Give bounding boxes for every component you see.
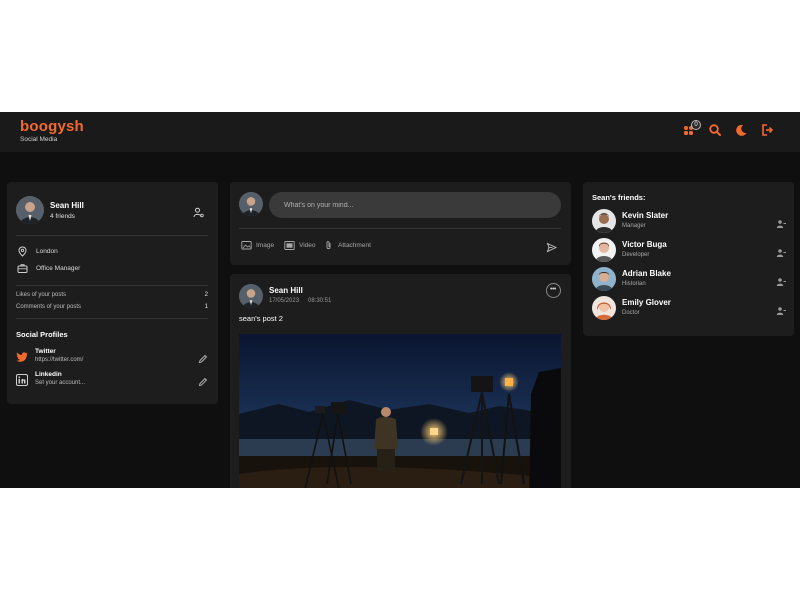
video-button[interactable]: Video — [284, 240, 316, 251]
notification-badge: 0 — [691, 120, 701, 130]
logo[interactable]: boogysh — [20, 118, 84, 135]
friend-name[interactable]: Kevin Slater — [622, 211, 668, 220]
avatar[interactable] — [239, 284, 263, 308]
likes-label: Likes of your posts — [16, 292, 67, 298]
search-icon[interactable] — [708, 123, 722, 137]
post-input[interactable] — [269, 192, 561, 218]
briefcase-icon — [17, 264, 28, 273]
pencil-icon[interactable] — [198, 374, 208, 387]
friend-name[interactable]: Emily Glover — [622, 298, 671, 307]
image-button[interactable]: Image — [241, 240, 274, 251]
logout-icon[interactable] — [760, 123, 774, 137]
location-row: London — [17, 246, 58, 257]
social-value[interactable]: Set your account... — [35, 380, 85, 386]
friend-item[interactable]: Adrian Blake Historian — [592, 266, 786, 292]
twitter-icon — [16, 350, 28, 362]
comments-value: 1 — [204, 304, 208, 310]
avatar[interactable] — [592, 296, 616, 320]
friends-panel-title: Sean's friends: — [592, 193, 646, 202]
more-icon: ••• — [550, 286, 556, 293]
occupation-text: Office Manager — [36, 265, 81, 272]
attachment-button[interactable]: Attachment — [323, 240, 371, 251]
image-label: Image — [256, 242, 275, 249]
remove-friend-icon[interactable] — [776, 274, 786, 286]
post-image[interactable] — [239, 334, 561, 488]
post-date: 17/05/2023 — [269, 298, 300, 304]
video-icon — [284, 241, 295, 250]
post-time: 08:30:51 — [308, 298, 332, 304]
friend-role: Developer — [622, 252, 650, 258]
post-author[interactable]: Sean Hill — [269, 286, 303, 295]
location-pin-icon — [18, 246, 27, 257]
social-value[interactable]: https://twitter.com/ — [35, 357, 83, 363]
paperclip-icon — [326, 241, 331, 250]
friend-item[interactable]: Kevin Slater Manager — [592, 208, 786, 234]
send-icon[interactable] — [546, 240, 558, 253]
post-text: sean's post 2 — [239, 314, 283, 323]
divider — [16, 318, 208, 319]
location-text: London — [36, 248, 58, 255]
friend-name[interactable]: Adrian Blake — [622, 269, 671, 278]
remove-friend-icon[interactable] — [776, 245, 786, 257]
occupation-row: Office Manager — [17, 263, 80, 274]
friend-name[interactable]: Victor Buga — [622, 240, 667, 249]
social-linkedin: Linkedin Set your account... — [16, 371, 208, 389]
friend-requests-icon[interactable]: 0 — [682, 120, 701, 137]
comments-label: Comments of your posts — [16, 304, 82, 310]
friends-panel: Sean's friends: Kevin Slater Manager Vic… — [583, 182, 794, 336]
moon-icon[interactable] — [734, 123, 748, 137]
remove-friend-icon[interactable] — [776, 303, 786, 315]
social-name: Twitter — [35, 348, 56, 355]
nav-actions: 0 — [682, 120, 774, 137]
friend-role: Manager — [622, 223, 646, 229]
friend-role: Doctor — [622, 310, 640, 316]
avatar[interactable] — [16, 196, 44, 224]
avatar — [239, 192, 263, 216]
pencil-icon[interactable] — [198, 351, 208, 364]
video-label: Video — [299, 242, 316, 249]
avatar[interactable] — [592, 209, 616, 233]
top-navbar: boogysh Social Media 0 — [0, 112, 800, 152]
profile-card: Sean Hill 4 friends London Office Manage… — [7, 182, 218, 404]
friend-item[interactable]: Victor Buga Developer — [592, 237, 786, 263]
divider — [239, 228, 561, 229]
social-twitter: Twitter https://twitter.com/ — [16, 348, 208, 366]
tagline: Social Media — [20, 136, 58, 143]
avatar[interactable] — [592, 267, 616, 291]
divider — [16, 235, 208, 236]
profile-name[interactable]: Sean Hill — [50, 201, 84, 210]
social-name: Linkedin — [35, 371, 62, 378]
divider — [16, 285, 208, 286]
post-composer: Image Video Attachment — [230, 182, 571, 265]
social-profiles-title: Social Profiles — [16, 330, 68, 339]
friend-item[interactable]: Emily Glover Doctor — [592, 295, 786, 321]
friends-count: 4 friends — [50, 213, 75, 220]
remove-friend-icon[interactable] — [776, 216, 786, 228]
linkedin-icon — [16, 373, 28, 386]
friend-role: Historian — [622, 281, 646, 287]
image-icon — [241, 241, 252, 250]
likes-value: 2 — [204, 292, 208, 298]
avatar[interactable] — [592, 238, 616, 262]
post-card: Sean Hill 17/05/2023 08:30:51 ••• sean's… — [230, 274, 571, 488]
manage-friends-icon[interactable] — [193, 205, 204, 218]
app-frame: boogysh Social Media 0 Sean Hill 4 frien… — [0, 112, 800, 488]
attachment-label: Attachment — [338, 242, 371, 249]
post-options-button[interactable]: ••• — [546, 283, 561, 298]
